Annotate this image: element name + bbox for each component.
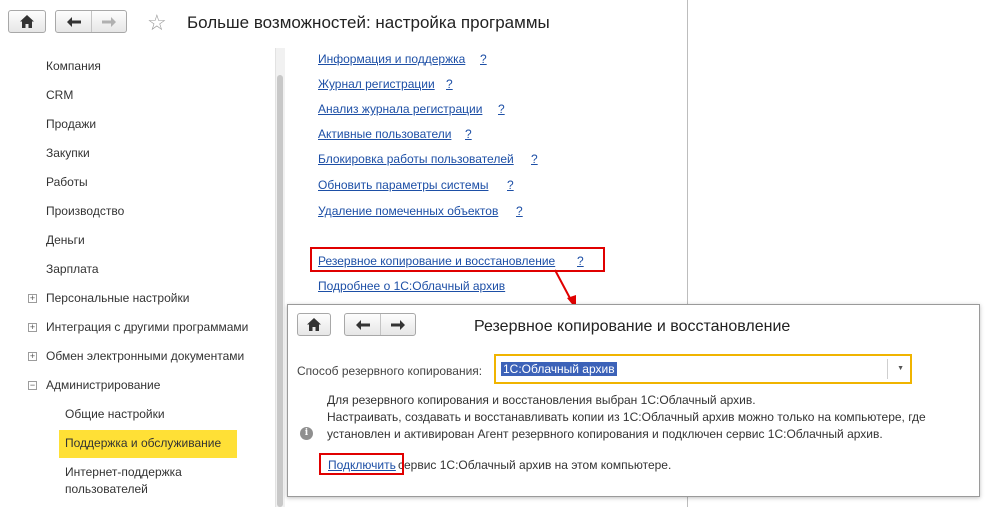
sidebar-item-works[interactable]: Работы (46, 175, 88, 189)
info-line-2: Настраивать, создавать и восстанавливать… (327, 410, 926, 424)
connect-description: сервис 1С:Облачный архив на этом компьют… (398, 458, 672, 472)
popup-back-button[interactable] (345, 314, 380, 335)
arrow-right-icon (102, 16, 116, 27)
sidebar-item-personal-settings[interactable]: Персональные настройки (46, 291, 189, 305)
link-delete-marked[interactable]: Удаление помеченных объектов (318, 204, 498, 218)
link-cloud-archive-more[interactable]: Подробнее о 1С:Облачный архив (318, 279, 505, 293)
dropdown-arrow-icon[interactable]: ▼ (897, 365, 904, 372)
popup-title: Резервное копирование и восстановление (474, 318, 791, 335)
favorite-star-icon[interactable]: ☆ (147, 12, 167, 34)
highlight-frame-connect (319, 453, 404, 475)
backup-popup-window: Резервное копирование и восстановление С… (287, 304, 980, 497)
home-icon (307, 318, 321, 331)
sidebar-item-production[interactable]: Производство (46, 204, 124, 218)
backup-method-label: Способ резервного копирования: (297, 364, 483, 378)
link-event-log[interactable]: Журнал регистрации (318, 77, 435, 91)
popup-forward-button[interactable] (380, 314, 415, 335)
link-update-params[interactable]: Обновить параметры системы (318, 178, 488, 192)
back-button[interactable] (56, 11, 91, 32)
help-event-log-analysis-icon[interactable]: ? (498, 102, 505, 116)
nav-buttons (55, 10, 127, 33)
home-icon (20, 15, 34, 28)
sidebar-item-sales[interactable]: Продажи (46, 117, 96, 131)
help-block-users-icon[interactable]: ? (531, 152, 538, 166)
link-block-users[interactable]: Блокировка работы пользователей (318, 152, 514, 166)
home-button[interactable] (8, 10, 46, 33)
info-line-1: Для резервного копирования и восстановле… (327, 393, 756, 407)
sidebar-item-salary[interactable]: Зарплата (46, 262, 99, 276)
sidebar-item-money[interactable]: Деньги (46, 233, 85, 247)
help-delete-marked-icon[interactable]: ? (516, 204, 523, 218)
sidebar-item-integration[interactable]: Интеграция с другими программами (46, 320, 248, 334)
window-title: Больше возможностей: настройка программы (187, 13, 550, 32)
arrow-left-icon (66, 16, 81, 27)
sidebar-scroll-thumb[interactable] (277, 75, 283, 507)
arrow-left-icon (355, 319, 370, 330)
help-update-params-icon[interactable]: ? (507, 178, 514, 192)
help-event-log-icon[interactable]: ? (446, 77, 453, 91)
info-line-3: установлен и активирован Агент резервног… (327, 427, 883, 441)
info-icon: i (300, 427, 313, 440)
sidebar-subitem-internet-support[interactable]: Интернет-поддержка (65, 465, 182, 479)
forward-button[interactable] (91, 11, 126, 32)
link-active-users[interactable]: Активные пользователи (318, 127, 451, 141)
expand-integration-icon[interactable]: + (28, 323, 37, 332)
popup-home-button[interactable] (297, 313, 331, 336)
popup-nav-buttons (344, 313, 416, 336)
sidebar-subitem-internet-support-line2: пользователей (65, 482, 148, 496)
link-event-log-analysis[interactable]: Анализ журнала регистрации (318, 102, 482, 116)
backup-method-value: 1С:Облачный архив (501, 362, 617, 376)
sidebar-item-crm[interactable]: CRM (46, 88, 73, 102)
collapse-admin-icon[interactable]: − (28, 381, 37, 390)
sidebar-item-edo[interactable]: Обмен электронными документами (46, 349, 244, 363)
sidebar-subitem-general-settings[interactable]: Общие настройки (65, 407, 165, 421)
select-separator (887, 359, 888, 379)
expand-edo-icon[interactable]: + (28, 352, 37, 361)
backup-method-select[interactable]: 1С:Облачный архив ▼ (494, 354, 912, 384)
help-active-users-icon[interactable]: ? (465, 127, 472, 141)
arrow-right-icon (391, 319, 405, 330)
sidebar-item-purchases[interactable]: Закупки (46, 146, 90, 160)
sidebar-item-administration[interactable]: Администрирование (46, 378, 160, 392)
sidebar-item-company[interactable]: Компания (46, 59, 101, 73)
help-info-support-icon[interactable]: ? (480, 52, 487, 66)
expand-personal-icon[interactable]: + (28, 294, 37, 303)
link-info-support[interactable]: Информация и поддержка (318, 52, 465, 66)
sidebar-subitem-support[interactable]: Поддержка и обслуживание (65, 436, 221, 450)
